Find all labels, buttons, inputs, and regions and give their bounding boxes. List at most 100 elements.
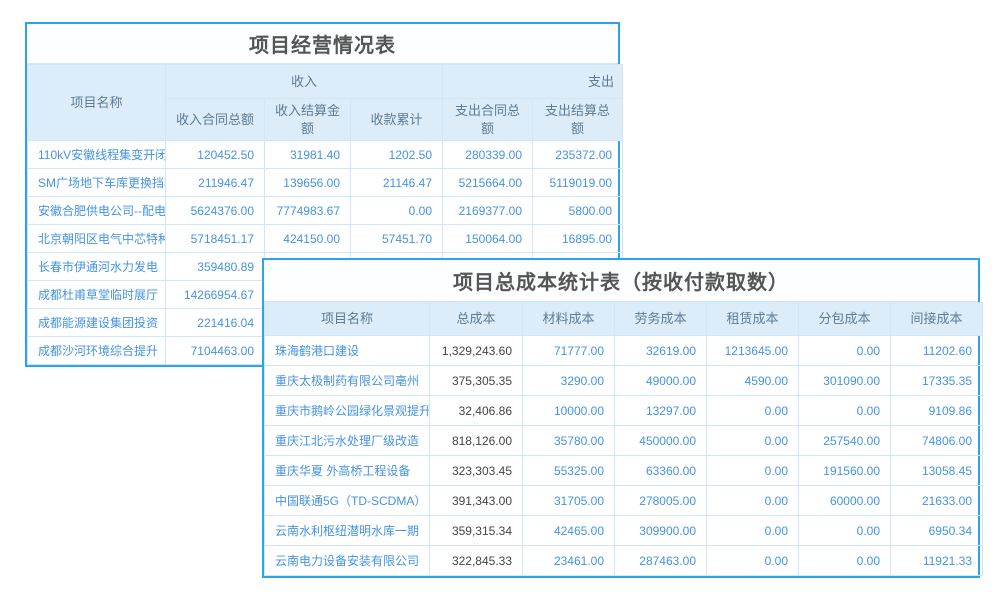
project-name-cell: 成都沙河环境综合提升 xyxy=(28,337,166,365)
total-cost-cell: 322,845.33 xyxy=(430,546,523,576)
total-cost-cell: 323,303.45 xyxy=(430,456,523,486)
value-cell: 0.00 xyxy=(799,546,891,576)
value-cell: 9109.86 xyxy=(891,396,983,426)
value-cell: 60000.00 xyxy=(799,486,891,516)
value-cell: 1213645.00 xyxy=(707,336,799,366)
value-cell: 16895.00 xyxy=(533,225,623,253)
value-cell: 0.00 xyxy=(707,546,799,576)
value-cell: 5800.00 xyxy=(533,197,623,225)
column-header-income-settlement: 收入结算金额 xyxy=(265,99,351,141)
value-cell: 309900.00 xyxy=(615,516,707,546)
value-cell: 139656.00 xyxy=(265,169,351,197)
table-row: 珠海鹤港口建设1,329,243.6071777.0032619.0012136… xyxy=(265,336,983,366)
value-cell: 7774983.67 xyxy=(265,197,351,225)
column-header-rental-cost: 租赁成本 xyxy=(707,303,799,336)
value-cell: 5215664.00 xyxy=(443,169,533,197)
project-name-cell: 长春市伊通河水力发电 xyxy=(28,253,166,281)
column-header-project-name: 项目名称 xyxy=(28,65,166,141)
page: { "colors": { "accent_border": "#2ba4e8"… xyxy=(0,0,1000,600)
value-cell: 0.00 xyxy=(707,426,799,456)
column-header-income-contract-total: 收入合同总额 xyxy=(166,99,265,141)
value-cell: 287463.00 xyxy=(615,546,707,576)
value-cell: 301090.00 xyxy=(799,366,891,396)
value-cell: 359480.89 xyxy=(166,253,265,281)
column-header-indirect-cost: 间接成本 xyxy=(891,303,983,336)
project-name-cell: 云南电力设备安装有限公司 xyxy=(265,546,430,576)
value-cell: 31981.40 xyxy=(265,141,351,169)
value-cell: 55325.00 xyxy=(523,456,615,486)
value-cell: 424150.00 xyxy=(265,225,351,253)
total-cost-cell: 391,343.00 xyxy=(430,486,523,516)
table-row: 中国联通5G（TD-SCDMA）391,343.0031705.00278005… xyxy=(265,486,983,516)
value-cell: 23461.00 xyxy=(523,546,615,576)
value-cell: 5624376.00 xyxy=(166,197,265,225)
project-name-cell: 成都杜甫草堂临时展厅 xyxy=(28,281,166,309)
value-cell: 221416.04 xyxy=(166,309,265,337)
cost-header-row: 项目名称 总成本 材料成本 劳务成本 租赁成本 分包成本 间接成本 xyxy=(265,303,983,336)
value-cell: 278005.00 xyxy=(615,486,707,516)
value-cell: 0.00 xyxy=(799,336,891,366)
value-cell: 257540.00 xyxy=(799,426,891,456)
value-cell: 17335.35 xyxy=(891,366,983,396)
value-cell: 0.00 xyxy=(707,456,799,486)
table-row: 云南电力设备安装有限公司322,845.3323461.00287463.000… xyxy=(265,546,983,576)
value-cell: 57451.70 xyxy=(351,225,443,253)
cost-table-body: 珠海鹤港口建设1,329,243.6071777.0032619.0012136… xyxy=(265,336,983,576)
table-row: 安徽合肥供电公司--配电工程5624376.007774983.670.0021… xyxy=(28,197,623,225)
total-cost-cell: 32,406.86 xyxy=(430,396,523,426)
value-cell: 31705.00 xyxy=(523,486,615,516)
value-cell: 13058.45 xyxy=(891,456,983,486)
total-cost-cell: 359,315.34 xyxy=(430,516,523,546)
table-row: 云南水利枢纽潜明水库一期359,315.3442465.00309900.000… xyxy=(265,516,983,546)
project-name-cell: SM广场地下车库更换挡板 xyxy=(28,169,166,197)
value-cell: 21146.47 xyxy=(351,169,443,197)
total-cost-cell: 375,305.35 xyxy=(430,366,523,396)
project-name-cell: 珠海鹤港口建设 xyxy=(265,336,430,366)
value-cell: 71777.00 xyxy=(523,336,615,366)
project-name-cell: 重庆华夏 外高桥工程设备 xyxy=(265,456,430,486)
column-header-total-cost: 总成本 xyxy=(430,303,523,336)
value-cell: 211946.47 xyxy=(166,169,265,197)
project-name-cell: 成都能源建设集团投资 xyxy=(28,309,166,337)
value-cell: 0.00 xyxy=(799,396,891,426)
column-group-expense: 支出 xyxy=(443,65,623,99)
column-header-receipts-cumulative: 收款累计 xyxy=(351,99,443,141)
value-cell: 0.00 xyxy=(351,197,443,225)
project-name-cell: 重庆太极制药有限公司亳州 xyxy=(265,366,430,396)
table-row: 重庆江北污水处理厂级改造818,126.0035780.00450000.000… xyxy=(265,426,983,456)
operation-table-header: 项目名称 收入 支出 收入合同总额 收入结算金额 收款累计 支出合同总额 支出结… xyxy=(28,65,623,141)
value-cell: 7104463.00 xyxy=(166,337,265,365)
value-cell: 0.00 xyxy=(707,396,799,426)
value-cell: 1202.50 xyxy=(351,141,443,169)
total-cost-cell: 818,126.00 xyxy=(430,426,523,456)
value-cell: 42465.00 xyxy=(523,516,615,546)
value-cell: 11202.60 xyxy=(891,336,983,366)
project-name-cell: 安徽合肥供电公司--配电工程 xyxy=(28,197,166,225)
value-cell: 235372.00 xyxy=(533,141,623,169)
project-name-cell: 110kV安徽线程集变开闭所 xyxy=(28,141,166,169)
project-name-cell: 重庆市鹅岭公园绿化景观提升 xyxy=(265,396,430,426)
operation-header-group-row: 项目名称 收入 支出 xyxy=(28,65,623,99)
column-header-material-cost: 材料成本 xyxy=(523,303,615,336)
value-cell: 0.00 xyxy=(799,516,891,546)
value-cell: 5119019.00 xyxy=(533,169,623,197)
value-cell: 0.00 xyxy=(707,516,799,546)
total-cost-cell: 1,329,243.60 xyxy=(430,336,523,366)
value-cell: 14266954.67 xyxy=(166,281,265,309)
value-cell: 191560.00 xyxy=(799,456,891,486)
value-cell: 13297.00 xyxy=(615,396,707,426)
value-cell: 450000.00 xyxy=(615,426,707,456)
value-cell: 280339.00 xyxy=(443,141,533,169)
value-cell: 63360.00 xyxy=(615,456,707,486)
column-header-project-name: 项目名称 xyxy=(265,303,430,336)
value-cell: 0.00 xyxy=(707,486,799,516)
value-cell: 35780.00 xyxy=(523,426,615,456)
table-row: 重庆太极制药有限公司亳州375,305.353290.0049000.00459… xyxy=(265,366,983,396)
cost-report-panel: 项目总成本统计表（按收付款取数） 项目名称 总成本 材料成本 劳务成本 租赁成本… xyxy=(262,258,980,578)
value-cell: 5718451.17 xyxy=(166,225,265,253)
value-cell: 4590.00 xyxy=(707,366,799,396)
value-cell: 3290.00 xyxy=(523,366,615,396)
value-cell: 11921.33 xyxy=(891,546,983,576)
cost-report-title: 项目总成本统计表（按收付款取数） xyxy=(264,260,978,302)
table-row: 110kV安徽线程集变开闭所120452.5031981.401202.5028… xyxy=(28,141,623,169)
